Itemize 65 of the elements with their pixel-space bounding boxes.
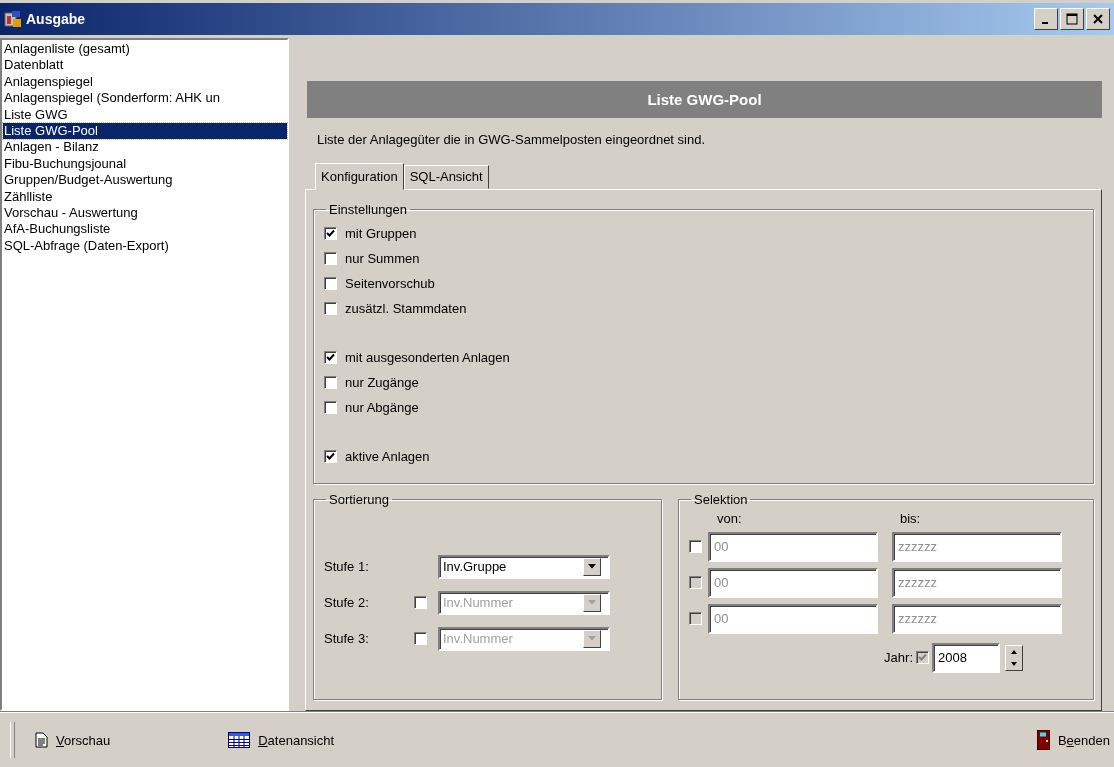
- list-item[interactable]: Anlagenspiegel (Sonderform: AHK un: [3, 90, 287, 107]
- caret-icon: [588, 636, 596, 641]
- checkbox[interactable]: [324, 350, 337, 364]
- column-label: bis:: [900, 510, 921, 526]
- option-label: mit Gruppen: [345, 225, 417, 241]
- option-label: nur Summen: [345, 250, 420, 266]
- panel-header: Liste GWG-Pool: [307, 81, 1102, 118]
- list-item[interactable]: Fibu-Buchungsjounal: [3, 155, 287, 173]
- up-arrow-icon: [1011, 649, 1017, 654]
- close-icon: [1093, 14, 1103, 24]
- list-item[interactable]: Anlagenliste (gesamt): [3, 41, 287, 58]
- list-item[interactable]: Anlagenspiegel: [3, 73, 287, 91]
- option-label: nur Zugänge: [345, 374, 419, 390]
- checkbox[interactable]: [689, 540, 702, 553]
- checkbox[interactable]: [324, 251, 337, 265]
- spin-button[interactable]: [1005, 644, 1023, 671]
- option-label: nur Abgänge: [345, 399, 419, 415]
- close-button[interactable]: [1086, 8, 1110, 30]
- toolbar-button[interactable]: Datenansicht: [224, 728, 339, 752]
- list-item[interactable]: Datenblatt: [3, 57, 287, 74]
- option-label: mit ausgesonderten Anlagen: [345, 349, 510, 365]
- level-label: Stufe 3:: [324, 631, 370, 646]
- option-label: Seitenvorschub: [345, 275, 435, 291]
- toolbar-button[interactable]: Vorschau: [31, 728, 115, 752]
- list-item[interactable]: Zählliste: [3, 188, 287, 206]
- group-label: Selektion: [693, 491, 749, 507]
- app-icon: [4, 10, 22, 28]
- list-item[interactable]: SQL-Abfrage (Daten-Export): [3, 237, 287, 255]
- checkbox[interactable]: [324, 301, 337, 315]
- level-label: Stufe 2:: [324, 595, 370, 610]
- minimize-button[interactable]: [1034, 8, 1058, 30]
- maximize-icon: [1066, 13, 1078, 25]
- column-label: von:: [717, 510, 742, 526]
- maximize-button[interactable]: [1060, 8, 1084, 30]
- list-item[interactable]: Gruppen/Budget-Auswertung: [3, 172, 287, 189]
- list-item[interactable]: Liste GWG-Pool: [3, 123, 287, 140]
- tab[interactable]: Konfiguration: [315, 162, 404, 190]
- year-label: Jahr:: [884, 650, 913, 665]
- list-item[interactable]: Liste GWG: [3, 106, 287, 124]
- checkbox[interactable]: [324, 449, 337, 463]
- dropdown[interactable]: Inv.Gruppe: [438, 554, 610, 579]
- window-title: Ausgabe: [26, 11, 87, 27]
- checkbox[interactable]: [324, 375, 337, 389]
- group-label: Sortierung: [328, 491, 390, 507]
- group-label: Einstellungen: [328, 201, 409, 217]
- list-item[interactable]: Vorschau - Auswertung: [3, 205, 287, 222]
- option-label: aktive Anlagen: [345, 448, 430, 464]
- door-icon: [1036, 730, 1050, 750]
- description: Liste der Anlagegüter die in GWG-Sammelposten eingeordnet sind.: [317, 131, 707, 149]
- tab[interactable]: SQL-Ansicht: [403, 164, 489, 189]
- caret-icon: [588, 600, 596, 605]
- list-item[interactable]: Anlagen - Bilanz: [3, 139, 287, 156]
- list-item[interactable]: AfA-Buchungsliste: [3, 221, 287, 238]
- document-icon: [35, 732, 48, 748]
- minimize-icon: [1041, 22, 1048, 24]
- down-arrow-icon: [1011, 661, 1017, 666]
- level-label: Stufe 1:: [324, 559, 370, 574]
- checkbox[interactable]: [324, 400, 337, 414]
- option-label: zusätzl. Stammdaten: [345, 300, 467, 316]
- checkbox[interactable]: [324, 226, 337, 240]
- caret-icon: [588, 564, 596, 569]
- toolbar-button[interactable]: Beenden: [1032, 726, 1114, 754]
- year-field[interactable]: 2008: [932, 642, 1000, 673]
- table-icon: [228, 732, 251, 748]
- checkbox[interactable]: [324, 276, 337, 290]
